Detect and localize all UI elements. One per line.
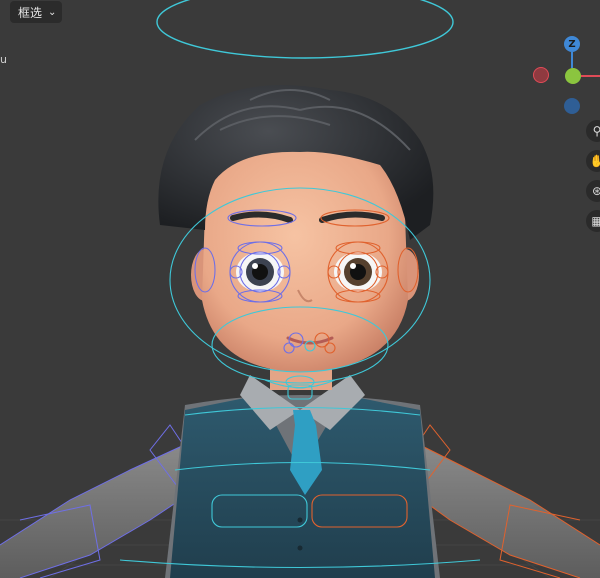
gizmo-z-negative[interactable] bbox=[564, 98, 580, 114]
gizmo-y-axis[interactable] bbox=[565, 68, 581, 84]
camera-glyph: ⊛ bbox=[591, 184, 600, 198]
viewport-info-text: u bbox=[0, 53, 7, 66]
pan-glyph: ✋ bbox=[589, 154, 600, 168]
navigation-gizmo[interactable]: Z bbox=[525, 32, 600, 117]
gizmo-x-line bbox=[581, 75, 600, 77]
mode-menu-fragment[interactable]: . bbox=[0, 1, 8, 23]
torso[interactable] bbox=[165, 375, 440, 578]
chevron-down-icon: ⌄ bbox=[48, 6, 57, 18]
zoom-glyph: ⚲ bbox=[592, 124, 600, 138]
gizmo-z-label: Z bbox=[568, 38, 576, 50]
gizmo-z-line bbox=[571, 52, 573, 68]
select-mode-dropdown[interactable]: 框选 ⌄ bbox=[10, 1, 62, 23]
gizmo-z-axis[interactable]: Z bbox=[564, 36, 580, 52]
3d-viewport[interactable] bbox=[0, 0, 600, 578]
select-mode-label: 框选 bbox=[18, 5, 43, 20]
gizmo-x-negative[interactable] bbox=[533, 67, 549, 83]
grid-glyph: ▦ bbox=[591, 214, 600, 228]
